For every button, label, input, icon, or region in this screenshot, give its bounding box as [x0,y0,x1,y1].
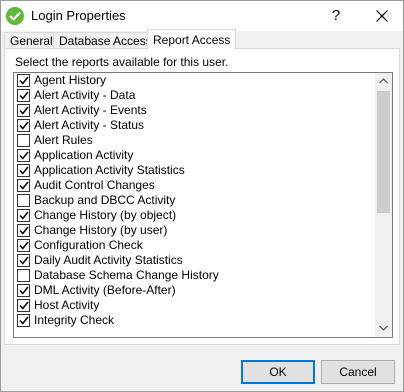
report-item[interactable]: Change History (by user) [14,223,376,238]
report-item[interactable]: Configuration Check [14,238,376,253]
report-item[interactable]: Integrity Check [14,313,376,328]
cancel-button[interactable]: Cancel [321,360,395,384]
report-label: Alert Activity - Events [34,103,147,117]
report-item[interactable]: DML Activity (Before-After) [14,283,376,298]
report-item[interactable]: Alert Activity - Events [14,103,376,118]
report-checkbox[interactable] [17,104,30,117]
report-label: Application Activity Statistics [34,163,185,177]
checkmark-icon [19,166,29,175]
report-checkbox[interactable] [17,209,30,222]
chevron-up-icon [379,78,388,84]
report-label: Agent History [34,73,107,87]
app-check-icon [6,7,24,25]
checkmark-icon [19,256,29,265]
report-item[interactable]: Change History (by object) [14,208,376,223]
scroll-up-button[interactable] [375,73,392,90]
checkmark-icon [19,91,29,100]
checkmark-icon [19,316,29,325]
report-label: Audit Control Changes [34,178,155,192]
checkmark-icon [19,226,29,235]
window-title: Login Properties [31,8,126,23]
checkmark-icon [19,211,29,220]
report-checkbox[interactable] [17,149,30,162]
checkmark-icon [19,181,29,190]
report-label: DML Activity (Before-After) [34,283,176,297]
tab-general[interactable]: General [4,32,59,49]
ok-button[interactable]: OK [241,360,315,384]
report-label: Change History (by object) [34,208,177,222]
report-label: Integrity Check [34,313,115,327]
scroll-thumb[interactable] [377,91,390,213]
report-checkbox[interactable] [17,119,30,132]
report-checkbox[interactable] [17,89,30,102]
chevron-down-icon [379,325,388,331]
report-item[interactable]: Alert Rules [14,133,376,148]
close-icon [376,10,388,22]
report-item[interactable]: Daily Audit Activity Statistics [14,253,376,268]
report-item[interactable]: Alert Activity - Data [14,88,376,103]
report-access-panel: Select the reports available for this us… [4,48,400,345]
report-checkbox[interactable] [17,164,30,177]
report-checkbox[interactable] [17,74,30,87]
checkmark-icon [19,76,29,85]
report-checkbox[interactable] [17,254,30,267]
report-item[interactable]: Application Activity [14,148,376,163]
report-label: Alert Rules [34,133,93,147]
report-checkbox[interactable] [17,224,30,237]
report-checkbox[interactable] [17,269,30,282]
title-bar: Login Properties ? [1,1,403,31]
report-checkbox[interactable] [17,239,30,252]
report-label: Configuration Check [34,238,143,252]
instructions-label: Select the reports available for this us… [15,55,229,69]
login-properties-dialog: Login Properties ? General Database Acce… [0,0,404,392]
report-item[interactable]: Host Activity [14,298,376,313]
checkmark-icon [19,301,29,310]
report-checkbox[interactable] [17,284,30,297]
reports-list: Agent History Alert Activity - Data Alert … [14,73,376,328]
report-checkbox[interactable] [17,179,30,192]
checkmark-icon [19,286,29,295]
checkmark-icon [19,121,29,130]
checkmark-icon [19,241,29,250]
report-label: Change History (by user) [34,223,168,237]
report-label: Application Activity [34,148,134,162]
checkmark-icon [19,151,29,160]
report-label: Backup and DBCC Activity [34,193,176,207]
report-checkbox[interactable] [17,194,30,207]
dialog-footer: OK Cancel [1,345,403,391]
report-item[interactable]: Audit Control Changes [14,178,376,193]
report-label: Alert Activity - Data [34,88,136,102]
report-item[interactable]: Database Schema Change History [14,268,376,283]
report-item[interactable]: Application Activity Statistics [14,163,376,178]
report-item[interactable]: Alert Activity - Status [14,118,376,133]
report-item[interactable]: Agent History [14,73,376,88]
report-checkbox[interactable] [17,314,30,327]
report-checkbox[interactable] [17,299,30,312]
report-label: Database Schema Change History [34,268,219,282]
tab-database-access[interactable]: Database Access [53,32,158,49]
tab-strip: General Database Access Report Access [1,29,403,50]
report-label: Alert Activity - Status [34,118,145,132]
report-label: Daily Audit Activity Statistics [34,253,183,267]
scroll-down-button[interactable] [375,320,392,337]
report-item[interactable]: Backup and DBCC Activity [14,193,376,208]
report-label: Host Activity [34,298,100,312]
checkmark-icon [19,106,29,115]
report-checkbox[interactable] [17,134,30,147]
tab-report-access[interactable]: Report Access [147,29,237,50]
vertical-scrollbar[interactable] [375,73,392,337]
close-button[interactable] [365,1,399,31]
reports-checklist[interactable]: Agent History Alert Activity - Data Alert … [13,72,393,338]
help-button[interactable]: ? [321,1,351,31]
